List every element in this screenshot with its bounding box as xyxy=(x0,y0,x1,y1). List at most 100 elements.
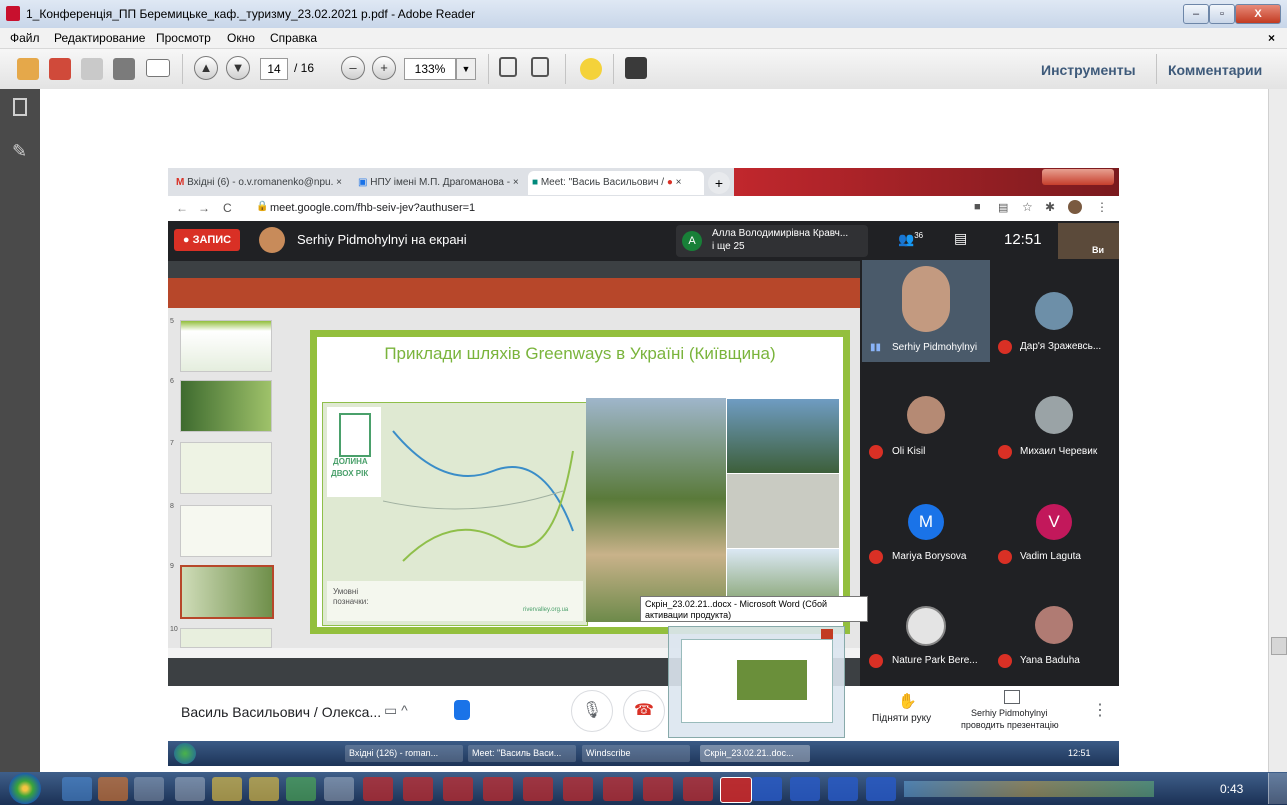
vertical-scrollbar[interactable] xyxy=(1268,89,1287,772)
menu-file[interactable]: Файл xyxy=(10,31,40,45)
forward-icon[interactable]: → xyxy=(198,201,210,215)
tools-link[interactable]: Инструменты xyxy=(1041,62,1136,78)
extensions-icon[interactable]: ✱ xyxy=(1045,200,1055,214)
close-button[interactable]: X xyxy=(1235,4,1281,24)
taskbar-folder-icon[interactable] xyxy=(249,777,279,801)
taskbar-word-icon[interactable] xyxy=(828,777,858,801)
taskbar-firefox-icon[interactable] xyxy=(98,777,128,801)
taskbar-chrome-icon[interactable] xyxy=(286,777,316,801)
taskbar-pdf-icon[interactable] xyxy=(563,777,593,801)
taskbar-window-preview[interactable] xyxy=(668,626,845,738)
taskbar-pdf-icon[interactable] xyxy=(683,777,713,801)
comments-link[interactable]: Комментарии xyxy=(1168,62,1262,78)
lock-icon: 🔒 xyxy=(256,201,269,212)
host-controls-icon[interactable] xyxy=(454,700,470,720)
new-tab-button[interactable]: + xyxy=(708,172,730,194)
email-icon[interactable] xyxy=(146,59,170,77)
slide-thumbnail-5[interactable] xyxy=(180,320,272,372)
meeting-name[interactable]: Василь Васильович / Олекса... xyxy=(181,704,381,720)
scrollbar-thumb[interactable] xyxy=(1271,637,1287,655)
menu-window[interactable]: Окно xyxy=(227,31,255,45)
taskbar-pdf-icon[interactable] xyxy=(523,777,553,801)
slide-thumbnail-10[interactable] xyxy=(180,628,272,648)
url-text[interactable]: meet.google.com/fhb-seiv-jev?authuser=1 xyxy=(270,202,475,214)
comment-icon[interactable] xyxy=(580,58,602,80)
taskbar-app-icon[interactable] xyxy=(175,777,205,801)
taskbar-word-icon[interactable] xyxy=(790,777,820,801)
page-thumbnails-icon[interactable] xyxy=(13,98,27,116)
back-icon[interactable]: ← xyxy=(176,201,188,215)
fit-width-icon[interactable] xyxy=(531,57,549,77)
taskbar-pdf-icon[interactable] xyxy=(443,777,473,801)
raise-hand-label[interactable]: Підняти руку xyxy=(872,713,931,724)
next-page-icon[interactable]: ▼ xyxy=(226,56,250,80)
participant-avatar-letter: M xyxy=(908,504,944,540)
previous-page-icon[interactable]: ▲ xyxy=(194,56,218,80)
meet-bottom-bar: Василь Васильович / Олекса... ▭ ^ 🎙 ☎ ✋ … xyxy=(168,686,1119,738)
close-document-button[interactable]: × xyxy=(1268,31,1275,45)
menu-edit[interactable]: Редактирование xyxy=(54,31,145,45)
slide-thumbnail-9-selected[interactable] xyxy=(180,565,274,619)
page-number-input[interactable]: 14 xyxy=(260,58,288,80)
zoom-level-input[interactable]: 133% xyxy=(404,58,456,80)
hang-up-button[interactable]: ☎ xyxy=(623,690,665,732)
attendee-name: Алла Володимирівна Кравч... xyxy=(712,228,849,239)
slide-thumbnail-7[interactable] xyxy=(180,442,272,494)
chrome-menu-icon[interactable]: ⋮ xyxy=(1096,200,1108,214)
taskbar-d-icon[interactable] xyxy=(134,777,164,801)
save-icon[interactable] xyxy=(81,58,103,80)
zoom-out-icon[interactable]: – xyxy=(341,56,365,80)
attachments-icon[interactable]: ✎ xyxy=(12,141,28,161)
taskbar-word-icon[interactable] xyxy=(752,777,782,801)
slide-photo-map-sign xyxy=(727,474,839,548)
chat-icon[interactable]: ▤ xyxy=(954,230,967,247)
fit-page-icon[interactable] xyxy=(499,57,517,77)
raise-hand-icon[interactable]: ✋ xyxy=(898,692,917,710)
zoom-in-icon[interactable]: + xyxy=(372,56,396,80)
slide-thumbnail-6[interactable] xyxy=(180,380,272,432)
slide-thumbnail-8[interactable] xyxy=(180,505,272,557)
recording-dot-icon: ● xyxy=(666,177,673,188)
mic-off-icon xyxy=(869,550,883,564)
taskbar-word-icon[interactable] xyxy=(866,777,896,801)
taskbar-ie-icon[interactable] xyxy=(62,777,92,801)
open-file-icon[interactable] xyxy=(49,58,71,80)
taskbar-pdf-icon[interactable] xyxy=(403,777,433,801)
zoom-dropdown-icon[interactable]: ▼ xyxy=(456,58,476,80)
create-pdf-icon[interactable] xyxy=(17,58,39,80)
system-tray-icons[interactable] xyxy=(904,781,1154,797)
minimize-button[interactable]: – xyxy=(1183,4,1209,24)
inner-taskbar-item: Windscribe xyxy=(582,745,690,762)
show-desktop-button[interactable] xyxy=(1268,773,1287,804)
taskbar-pdf-icon[interactable] xyxy=(603,777,633,801)
fullscreen-icon[interactable] xyxy=(625,57,647,79)
join-notification[interactable]: A Алла Володимирівна Кравч... і ще 25 xyxy=(676,225,868,257)
bookmark-star-icon[interactable]: ☆ xyxy=(1022,200,1033,214)
meeting-details-icon[interactable]: ▭ ^ xyxy=(384,702,408,719)
more-options-icon[interactable]: ⋮ xyxy=(1092,700,1108,720)
people-icon[interactable]: 👥36 xyxy=(898,231,923,247)
menu-view[interactable]: Просмотр xyxy=(156,31,211,45)
thumb-number: 5 xyxy=(170,318,174,325)
present-screen-icon[interactable] xyxy=(1004,690,1020,704)
microphone-button[interactable]: 🎙 xyxy=(571,690,613,732)
profile-avatar[interactable] xyxy=(1068,200,1082,214)
preview-close-icon[interactable] xyxy=(821,629,833,639)
menu-help[interactable]: Справка xyxy=(270,31,317,45)
camera-icon[interactable]: ■ xyxy=(974,201,981,213)
chrome-window-controls[interactable] xyxy=(1042,169,1114,185)
taskbar-pdf-icon[interactable] xyxy=(643,777,673,801)
taskbar-folder-icon[interactable] xyxy=(212,777,242,801)
participant-name: Mariya Borysova xyxy=(892,551,967,562)
print-icon[interactable] xyxy=(113,58,135,80)
reload-icon[interactable]: C xyxy=(223,201,232,215)
taskbar-pdf-icon[interactable] xyxy=(363,777,393,801)
taskbar-pdf-icon[interactable] xyxy=(483,777,513,801)
taskbar-app-icon[interactable] xyxy=(324,777,354,801)
start-button[interactable] xyxy=(9,773,41,804)
translate-icon[interactable]: ▤ xyxy=(998,201,1008,214)
maximize-button[interactable]: ▫ xyxy=(1209,4,1235,24)
participant-avatar xyxy=(907,396,945,434)
tab-meet[interactable]: ■ Meet: "Васиь Васильович / ● × xyxy=(528,171,704,195)
taskbar-pdf-active-icon[interactable] xyxy=(720,777,752,803)
